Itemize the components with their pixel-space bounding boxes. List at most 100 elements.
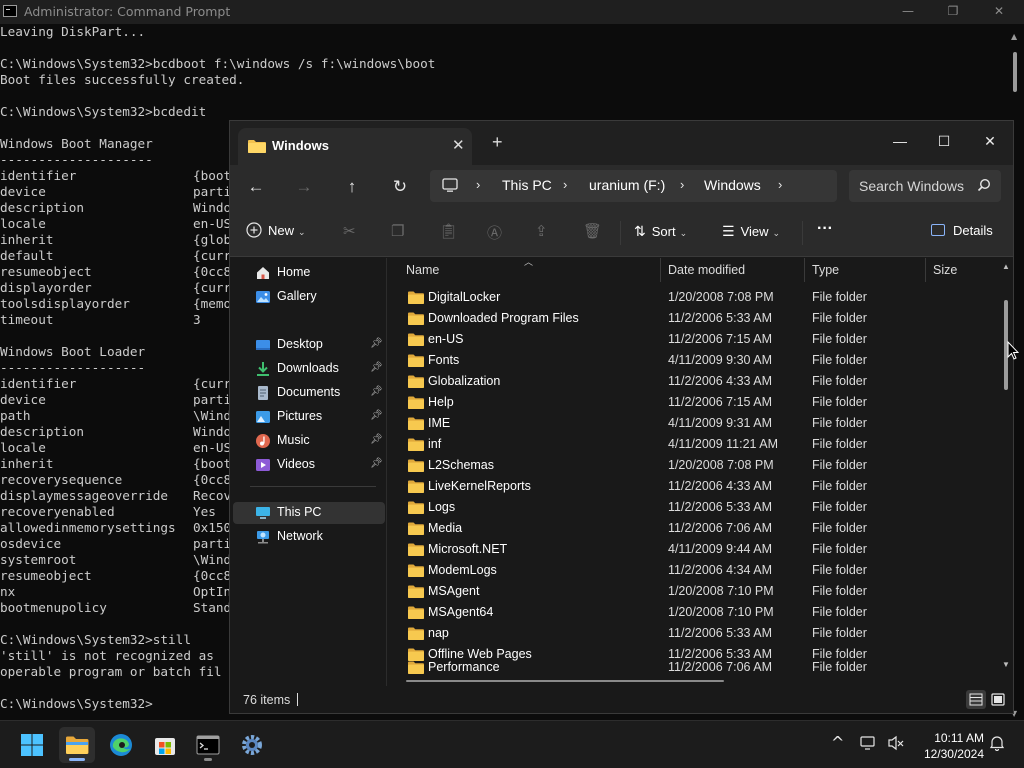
- file-explorer-window[interactable]: Windows ✕ + — ☐ ✕ ← → ↑ ↻ › This PC › ur…: [229, 120, 1014, 714]
- tiles-view-button[interactable]: [988, 690, 1008, 709]
- notifications-tray-icon[interactable]: [989, 735, 1005, 755]
- address-bar[interactable]: › This PC › uranium (F:) › Windows ›: [430, 170, 837, 202]
- column-header-size[interactable]: Size: [933, 263, 957, 277]
- table-row[interactable]: IME 4/11/2009 9:31 AM File folder: [388, 414, 998, 435]
- taskbar-store[interactable]: [147, 727, 183, 763]
- tab-windows[interactable]: Windows ✕: [238, 128, 472, 165]
- column-headers[interactable]: ︿ Name Date modified Type Size: [388, 258, 1013, 283]
- search-input[interactable]: [859, 176, 971, 196]
- more-options-button[interactable]: ···: [817, 220, 833, 238]
- network-tray-icon[interactable]: [860, 735, 878, 755]
- table-row[interactable]: Fonts 4/11/2009 9:30 AM File folder: [388, 351, 998, 372]
- sort-button[interactable]: ⇅ Sort ⌄: [634, 223, 687, 240]
- sidebar-item-pictures[interactable]: Pictures 📌︎: [233, 406, 385, 428]
- navigation-pane[interactable]: Home Gallery Desktop 📌︎ Downloads 📌︎ Doc…: [230, 258, 387, 686]
- table-row[interactable]: en-US 11/2/2006 7:15 AM File folder: [388, 330, 998, 351]
- scroll-down-icon[interactable]: ▼: [1002, 660, 1010, 669]
- table-row[interactable]: Globalization 11/2/2006 4:33 AM File folde…: [388, 372, 998, 393]
- cmd-close-button[interactable]: ✕: [984, 2, 1014, 22]
- search-icon[interactable]: [977, 178, 991, 192]
- sidebar-item-home[interactable]: Home: [233, 262, 385, 284]
- breadcrumb-windows[interactable]: Windows: [704, 177, 761, 193]
- new-button[interactable]: New ⌄: [246, 222, 306, 238]
- forward-arrow-icon[interactable]: →: [290, 173, 318, 201]
- navigation-bar[interactable]: ← → ↑ ↻ › This PC › uranium (F:) › Windo…: [230, 165, 1013, 209]
- breadcrumb-separator-icon[interactable]: ›: [476, 177, 480, 192]
- pin-icon[interactable]: 📌︎: [370, 386, 383, 397]
- taskbar-file-explorer[interactable]: [59, 727, 95, 763]
- sidebar-item-this-pc[interactable]: This PC: [233, 502, 385, 524]
- table-row[interactable]: nap 11/2/2006 5:33 AM File folder: [388, 624, 998, 645]
- table-row[interactable]: LiveKernelReports 11/2/2006 4:33 AM File f…: [388, 477, 998, 498]
- explorer-maximize-button[interactable]: ☐: [922, 127, 966, 155]
- table-row[interactable]: L2Schemas 1/20/2008 7:08 PM File folder: [388, 456, 998, 477]
- sidebar-item-documents[interactable]: Documents 📌︎: [233, 382, 385, 404]
- file-list[interactable]: ︿ Name Date modified Type Size DigitalLo…: [388, 258, 1013, 686]
- cmd-scroll-thumb[interactable]: [1013, 52, 1017, 92]
- sidebar-item-videos[interactable]: Videos 📌︎: [233, 454, 385, 476]
- table-row[interactable]: MSAgent 1/20/2008 7:10 PM File folder: [388, 582, 998, 603]
- table-row[interactable]: Media 11/2/2006 7:06 AM File folder: [388, 519, 998, 540]
- start-button[interactable]: [14, 727, 50, 763]
- scroll-up-icon[interactable]: ▲: [1002, 262, 1010, 271]
- up-arrow-icon[interactable]: ↑: [338, 173, 366, 201]
- delete-icon[interactable]: 🗑︎: [583, 222, 602, 240]
- search-box[interactable]: [849, 170, 1001, 202]
- share-icon[interactable]: ⇪: [535, 222, 548, 240]
- copy-icon[interactable]: ❐: [391, 222, 404, 240]
- table-row[interactable]: MSAgent64 1/20/2008 7:10 PM File folder: [388, 603, 998, 624]
- new-tab-button[interactable]: +: [492, 133, 503, 151]
- back-arrow-icon[interactable]: ←: [242, 173, 270, 201]
- taskbar[interactable]: ^ 10:11 AM 12/30/2024: [0, 720, 1024, 768]
- column-header-date[interactable]: Date modified: [668, 263, 745, 277]
- sidebar-item-desktop[interactable]: Desktop 📌︎: [233, 334, 385, 356]
- paste-icon[interactable]: 📋︎: [439, 222, 458, 240]
- pin-icon[interactable]: 📌︎: [370, 434, 383, 445]
- details-button[interactable]: Details: [931, 223, 993, 238]
- cmd-maximize-button[interactable]: ❐: [938, 2, 968, 22]
- tab-close-icon[interactable]: ✕: [452, 136, 465, 154]
- table-row[interactable]: ModemLogs 11/2/2006 4:34 AM File folder: [388, 561, 998, 582]
- horizontal-scroll-thumb[interactable]: [406, 680, 724, 682]
- clock-time[interactable]: 10:11 AM: [924, 731, 984, 745]
- pin-icon[interactable]: 📌︎: [370, 362, 383, 373]
- cmd-minimize-button[interactable]: —: [893, 2, 923, 22]
- sidebar-item-downloads[interactable]: Downloads 📌︎: [233, 358, 385, 380]
- pin-icon[interactable]: 📌︎: [370, 458, 383, 469]
- explorer-minimize-button[interactable]: —: [878, 127, 922, 155]
- table-row[interactable]: Logs 11/2/2006 5:33 AM File folder: [388, 498, 998, 519]
- column-resize-handle[interactable]: [925, 258, 926, 282]
- monitor-icon[interactable]: [442, 178, 458, 193]
- table-row[interactable]: DigitalLocker 1/20/2008 7:08 PM File folde…: [388, 288, 998, 309]
- column-header-type[interactable]: Type: [812, 263, 839, 277]
- cmd-scroll-up-icon[interactable]: ▲: [1011, 32, 1017, 41]
- table-row[interactable]: Performance 11/2/2006 7:06 AM File folder: [388, 658, 998, 679]
- sidebar-item-network[interactable]: Network: [233, 526, 385, 548]
- rename-icon[interactable]: Ⓐ: [487, 222, 502, 243]
- refresh-icon[interactable]: ↻: [386, 173, 414, 201]
- breadcrumb-this-pc[interactable]: This PC: [502, 177, 552, 193]
- cut-icon[interactable]: ✂: [343, 222, 356, 240]
- explorer-close-button[interactable]: ✕: [968, 127, 1012, 155]
- details-view-button[interactable]: [966, 690, 986, 709]
- breadcrumb-separator-icon[interactable]: ›: [680, 177, 684, 192]
- breadcrumb-separator-icon[interactable]: ›: [778, 177, 782, 192]
- sidebar-item-gallery[interactable]: Gallery: [233, 286, 385, 308]
- taskbar-settings[interactable]: [234, 727, 270, 763]
- sidebar-item-music[interactable]: Music 📌︎: [233, 430, 385, 452]
- taskbar-edge[interactable]: [103, 727, 139, 763]
- pin-icon[interactable]: 📌︎: [370, 338, 383, 349]
- column-resize-handle[interactable]: [660, 258, 661, 282]
- table-row[interactable]: inf 4/11/2009 11:21 AM File folder: [388, 435, 998, 456]
- pin-icon[interactable]: 📌︎: [370, 410, 383, 421]
- file-list-scrollbar[interactable]: ▲ ▼: [999, 258, 1013, 686]
- cmd-titlebar[interactable]: Administrator: Command Prompt — ❐ ✕: [0, 0, 1024, 24]
- clock-date[interactable]: 12/30/2024: [914, 747, 984, 761]
- tab-strip[interactable]: Windows ✕ + — ☐ ✕: [230, 121, 1013, 165]
- table-row[interactable]: Microsoft.NET 4/11/2009 9:44 AM File folde…: [388, 540, 998, 561]
- table-row[interactable]: Downloaded Program Files 11/2/2006 5:33 A…: [388, 309, 998, 330]
- breadcrumb-separator-icon[interactable]: ›: [563, 177, 567, 192]
- breadcrumb-drive[interactable]: uranium (F:): [589, 177, 665, 193]
- table-row[interactable]: Help 11/2/2006 7:15 AM File folder: [388, 393, 998, 414]
- show-hidden-icons-chevron[interactable]: ^: [831, 733, 844, 752]
